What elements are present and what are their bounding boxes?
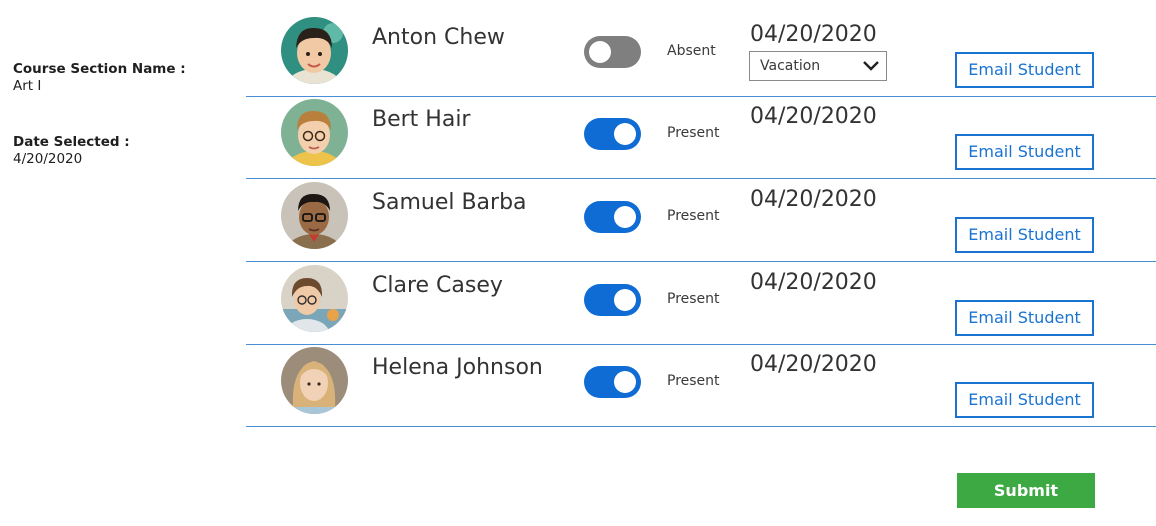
attendance-status: Present — [667, 291, 720, 307]
attendance-toggle[interactable] — [584, 366, 641, 398]
attendance-date: 04/20/2020 — [750, 104, 877, 129]
student-avatar — [281, 347, 348, 414]
course-section-info: Course Section Name : Art I — [13, 61, 186, 95]
email-student-button[interactable]: Email Student — [955, 52, 1094, 88]
email-student-button[interactable]: Email Student — [955, 382, 1094, 418]
attendance-status: Present — [667, 208, 720, 224]
email-student-button[interactable]: Email Student — [955, 217, 1094, 253]
chevron-down-icon — [863, 61, 879, 71]
toggle-knob — [614, 371, 636, 393]
attendance-toggle[interactable] — [584, 201, 641, 233]
student-avatar — [281, 265, 348, 332]
student-name: Bert Hair — [372, 107, 471, 132]
absence-reason-dropdown[interactable]: Vacation — [749, 51, 887, 81]
student-row: Anton Chew Absent 04/20/2020 Vacation Em… — [246, 14, 1156, 97]
email-student-button[interactable]: Email Student — [955, 300, 1094, 336]
student-avatar — [281, 17, 348, 84]
student-avatar — [281, 99, 348, 166]
course-section-value: Art I — [13, 78, 42, 94]
student-name: Anton Chew — [372, 25, 505, 50]
submit-button[interactable]: Submit — [957, 473, 1095, 508]
student-name: Clare Casey — [372, 273, 503, 298]
student-row: Clare Casey Present 04/20/2020 Email Stu… — [246, 262, 1156, 345]
course-section-label: Course Section Name : — [13, 61, 186, 77]
attendance-status: Present — [667, 373, 720, 389]
student-name: Samuel Barba — [372, 190, 527, 215]
attendance-date: 04/20/2020 — [750, 187, 877, 212]
date-selected-value: 4/20/2020 — [13, 151, 83, 167]
attendance-toggle[interactable] — [584, 284, 641, 316]
attendance-date: 04/20/2020 — [750, 352, 877, 377]
date-selected-info: Date Selected : 4/20/2020 — [13, 134, 130, 168]
toggle-knob — [614, 123, 636, 145]
toggle-knob — [614, 206, 636, 228]
attendance-status: Absent — [667, 43, 716, 59]
attendance-status: Present — [667, 125, 720, 141]
email-student-button[interactable]: Email Student — [955, 134, 1094, 170]
student-row: Samuel Barba Present 04/20/2020 Email St… — [246, 179, 1156, 262]
toggle-knob — [614, 289, 636, 311]
attendance-toggle[interactable] — [584, 36, 641, 68]
attendance-toggle[interactable] — [584, 118, 641, 150]
student-row: Bert Hair Present 04/20/2020 Email Stude… — [246, 96, 1156, 179]
absence-reason-value: Vacation — [760, 58, 821, 74]
attendance-date: 04/20/2020 — [750, 270, 877, 295]
student-row: Helena Johnson Present 04/20/2020 Email … — [246, 344, 1156, 427]
toggle-knob — [589, 41, 611, 63]
student-avatar — [281, 182, 348, 249]
date-selected-label: Date Selected : — [13, 134, 130, 150]
student-name: Helena Johnson — [372, 355, 543, 380]
attendance-date: 04/20/2020 — [750, 22, 877, 47]
